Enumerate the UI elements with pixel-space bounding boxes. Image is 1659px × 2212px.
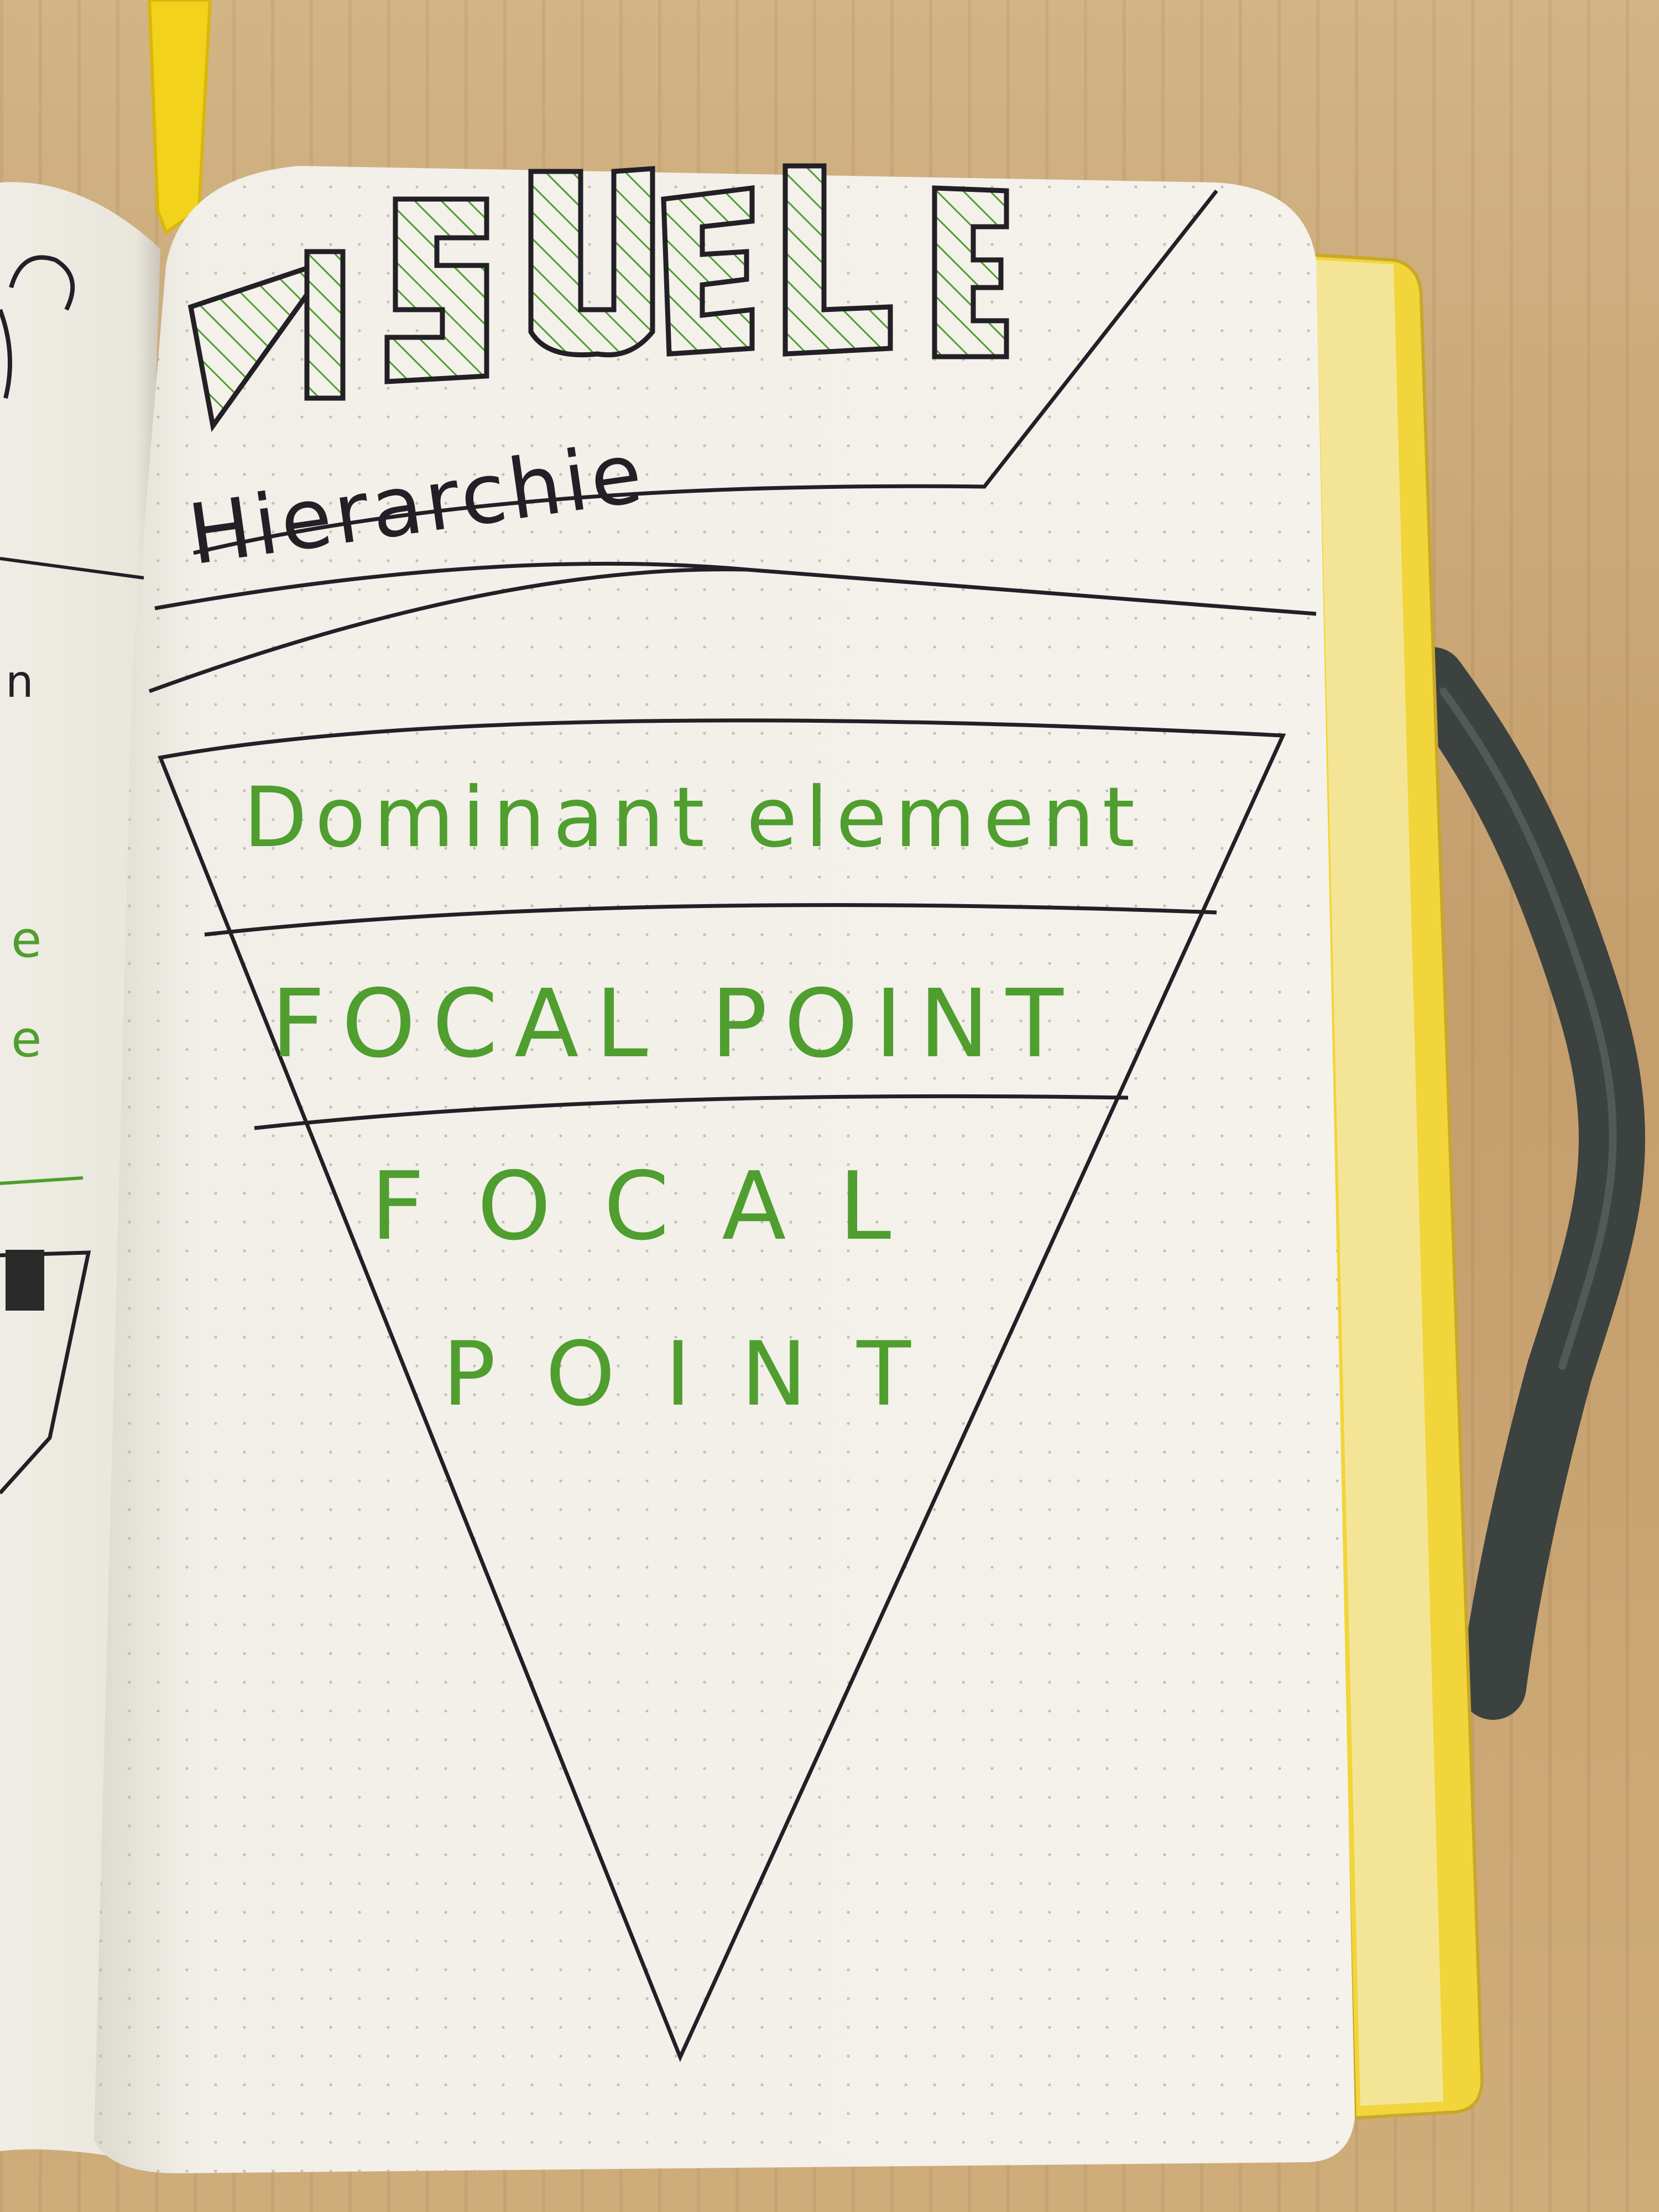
title-letter-i	[304, 249, 346, 401]
left-fragment-3: e	[11, 1010, 41, 1068]
title-letter-e1	[661, 185, 755, 357]
level-3-focal: FOCAL	[371, 1152, 943, 1261]
level-1-dominant-element: Dominant element	[243, 770, 1142, 866]
left-fragment-2: e	[11, 911, 41, 969]
notebook-photo: n e e Hierarchie Dominant element FOCAL …	[0, 0, 1645, 2173]
bookmark-ribbon-icon	[147, 0, 212, 235]
level-2-focal-point: FOCAL POINT	[271, 969, 1080, 1079]
title-letter-e2	[932, 185, 1009, 359]
level-3-point: POINT	[442, 1322, 961, 1426]
title-letter-s	[384, 196, 489, 384]
left-fragment-1: n	[6, 656, 34, 707]
